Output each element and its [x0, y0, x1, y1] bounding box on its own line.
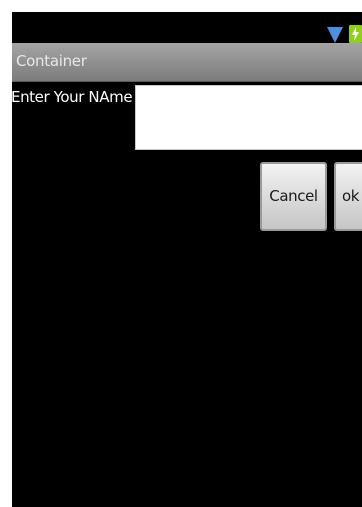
- wifi-icon: [327, 27, 343, 43]
- cancel-button[interactable]: Cancel: [260, 162, 327, 231]
- app-title: Container: [16, 52, 87, 70]
- status-bar: [12, 12, 362, 43]
- title-bar: Container: [12, 43, 362, 82]
- battery-charging-icon: [349, 25, 362, 43]
- name-input[interactable]: [135, 85, 362, 150]
- name-label: Enter Your NAme: [12, 88, 133, 106]
- app-screen: Container Enter Your NAme Cancel ok: [12, 12, 362, 507]
- ok-button[interactable]: ok: [334, 162, 362, 231]
